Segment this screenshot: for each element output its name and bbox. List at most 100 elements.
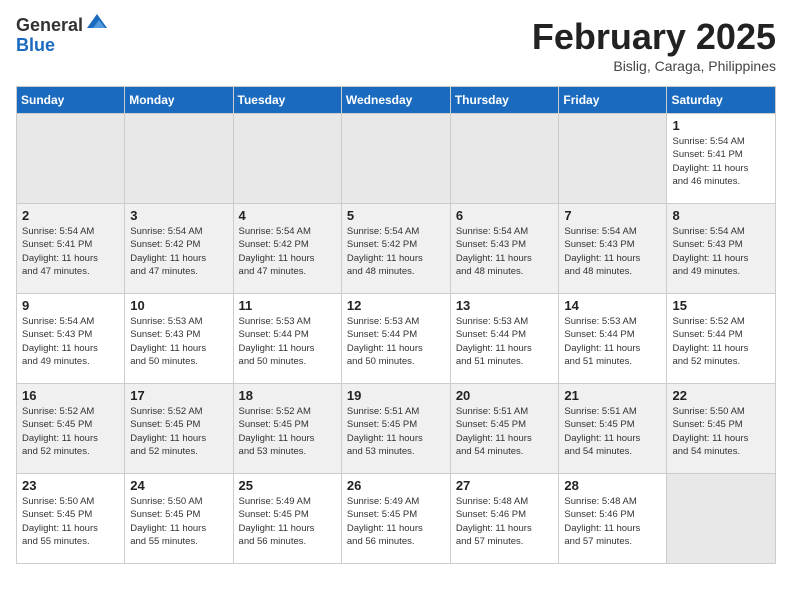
logo-icon [85, 10, 109, 34]
day-number: 11 [239, 298, 336, 313]
day-info: Sunrise: 5:53 AM Sunset: 5:44 PM Dayligh… [239, 316, 315, 367]
calendar-day-cell: 17 Sunrise: 5:52 AM Sunset: 5:45 PM Dayli… [125, 384, 233, 474]
day-number: 15 [672, 298, 770, 313]
calendar-day-cell [233, 114, 341, 204]
day-info: Sunrise: 5:54 AM Sunset: 5:43 PM Dayligh… [456, 226, 532, 277]
day-number: 13 [456, 298, 554, 313]
day-info: Sunrise: 5:52 AM Sunset: 5:45 PM Dayligh… [239, 406, 315, 457]
calendar-header-row: SundayMondayTuesdayWednesdayThursdayFrid… [17, 87, 776, 114]
day-number: 19 [347, 388, 445, 403]
calendar-day-cell: 14 Sunrise: 5:53 AM Sunset: 5:44 PM Dayli… [559, 294, 667, 384]
calendar-day-cell: 23 Sunrise: 5:50 AM Sunset: 5:45 PM Dayli… [17, 474, 125, 564]
calendar-day-cell: 13 Sunrise: 5:53 AM Sunset: 5:44 PM Dayli… [450, 294, 559, 384]
calendar-day-cell: 16 Sunrise: 5:52 AM Sunset: 5:45 PM Dayli… [17, 384, 125, 474]
calendar-week-row: 1 Sunrise: 5:54 AM Sunset: 5:41 PM Daylig… [17, 114, 776, 204]
day-info: Sunrise: 5:54 AM Sunset: 5:42 PM Dayligh… [239, 226, 315, 277]
calendar-week-row: 16 Sunrise: 5:52 AM Sunset: 5:45 PM Dayli… [17, 384, 776, 474]
calendar-day-cell: 6 Sunrise: 5:54 AM Sunset: 5:43 PM Daylig… [450, 204, 559, 294]
day-number: 3 [130, 208, 227, 223]
calendar-day-cell: 20 Sunrise: 5:51 AM Sunset: 5:45 PM Dayli… [450, 384, 559, 474]
calendar-day-cell: 26 Sunrise: 5:49 AM Sunset: 5:45 PM Dayli… [341, 474, 450, 564]
day-number: 23 [22, 478, 119, 493]
day-number: 6 [456, 208, 554, 223]
day-number: 26 [347, 478, 445, 493]
day-number: 5 [347, 208, 445, 223]
page-header: General Blue February 2025 Bislig, Carag… [16, 16, 776, 74]
calendar-day-cell: 8 Sunrise: 5:54 AM Sunset: 5:43 PM Daylig… [667, 204, 776, 294]
day-info: Sunrise: 5:51 AM Sunset: 5:45 PM Dayligh… [456, 406, 532, 457]
weekday-header: Wednesday [341, 87, 450, 114]
day-number: 8 [672, 208, 770, 223]
calendar-day-cell: 21 Sunrise: 5:51 AM Sunset: 5:45 PM Dayli… [559, 384, 667, 474]
day-number: 20 [456, 388, 554, 403]
day-info: Sunrise: 5:54 AM Sunset: 5:43 PM Dayligh… [564, 226, 640, 277]
day-number: 25 [239, 478, 336, 493]
calendar-day-cell: 27Sunrise: 5:48 AM Sunset: 5:46 PM Dayli… [450, 474, 559, 564]
day-info: Sunrise: 5:54 AM Sunset: 5:42 PM Dayligh… [347, 226, 423, 277]
calendar-week-row: 23 Sunrise: 5:50 AM Sunset: 5:45 PM Dayli… [17, 474, 776, 564]
day-info: Sunrise: 5:53 AM Sunset: 5:44 PM Dayligh… [456, 316, 532, 367]
day-info: Sunrise: 5:51 AM Sunset: 5:45 PM Dayligh… [564, 406, 640, 457]
title-block: February 2025 Bislig, Caraga, Philippine… [532, 16, 776, 74]
day-number: 10 [130, 298, 227, 313]
weekday-header: Friday [559, 87, 667, 114]
calendar-day-cell [667, 474, 776, 564]
calendar-day-cell: 19Sunrise: 5:51 AM Sunset: 5:45 PM Dayli… [341, 384, 450, 474]
day-number: 9 [22, 298, 119, 313]
calendar-day-cell: 1 Sunrise: 5:54 AM Sunset: 5:41 PM Daylig… [667, 114, 776, 204]
day-info: Sunrise: 5:48 AM Sunset: 5:46 PM Dayligh… [564, 496, 640, 547]
day-info: Sunrise: 5:53 AM Sunset: 5:44 PM Dayligh… [347, 316, 423, 367]
calendar-day-cell [125, 114, 233, 204]
day-info: Sunrise: 5:54 AM Sunset: 5:43 PM Dayligh… [672, 226, 748, 277]
calendar-day-cell: 12 Sunrise: 5:53 AM Sunset: 5:44 PM Dayli… [341, 294, 450, 384]
day-number: 16 [22, 388, 119, 403]
calendar-day-cell: 11 Sunrise: 5:53 AM Sunset: 5:44 PM Dayli… [233, 294, 341, 384]
calendar-day-cell: 10 Sunrise: 5:53 AM Sunset: 5:43 PM Dayli… [125, 294, 233, 384]
day-info: Sunrise: 5:54 AM Sunset: 5:43 PM Dayligh… [22, 316, 98, 367]
day-number: 18 [239, 388, 336, 403]
month-title: February 2025 [532, 16, 776, 58]
day-info: Sunrise: 5:53 AM Sunset: 5:43 PM Dayligh… [130, 316, 206, 367]
day-info: Sunrise: 5:52 AM Sunset: 5:45 PM Dayligh… [22, 406, 98, 457]
day-info: Sunrise: 5:52 AM Sunset: 5:45 PM Dayligh… [130, 406, 206, 457]
day-info: Sunrise: 5:54 AM Sunset: 5:41 PM Dayligh… [22, 226, 98, 277]
calendar-day-cell [341, 114, 450, 204]
calendar-day-cell [450, 114, 559, 204]
location: Bislig, Caraga, Philippines [532, 58, 776, 74]
day-info: Sunrise: 5:50 AM Sunset: 5:45 PM Dayligh… [672, 406, 748, 457]
day-number: 4 [239, 208, 336, 223]
day-info: Sunrise: 5:52 AM Sunset: 5:44 PM Dayligh… [672, 316, 748, 367]
calendar-table: SundayMondayTuesdayWednesdayThursdayFrid… [16, 86, 776, 564]
day-info: Sunrise: 5:53 AM Sunset: 5:44 PM Dayligh… [564, 316, 640, 367]
calendar-week-row: 9 Sunrise: 5:54 AM Sunset: 5:43 PM Daylig… [17, 294, 776, 384]
day-number: 7 [564, 208, 661, 223]
day-info: Sunrise: 5:50 AM Sunset: 5:45 PM Dayligh… [22, 496, 98, 547]
calendar-day-cell: 28 Sunrise: 5:48 AM Sunset: 5:46 PM Dayli… [559, 474, 667, 564]
day-info: Sunrise: 5:49 AM Sunset: 5:45 PM Dayligh… [347, 496, 423, 547]
day-info: Sunrise: 5:54 AM Sunset: 5:42 PM Dayligh… [130, 226, 206, 277]
day-number: 1 [672, 118, 770, 133]
calendar-day-cell: 18 Sunrise: 5:52 AM Sunset: 5:45 PM Dayli… [233, 384, 341, 474]
calendar-day-cell [559, 114, 667, 204]
calendar-day-cell: 5 Sunrise: 5:54 AM Sunset: 5:42 PM Daylig… [341, 204, 450, 294]
day-number: 21 [564, 388, 661, 403]
day-info: Sunrise: 5:49 AM Sunset: 5:45 PM Dayligh… [239, 496, 315, 547]
weekday-header: Tuesday [233, 87, 341, 114]
calendar-day-cell: 2Sunrise: 5:54 AM Sunset: 5:41 PM Daylig… [17, 204, 125, 294]
day-number: 12 [347, 298, 445, 313]
weekday-header: Sunday [17, 87, 125, 114]
calendar-day-cell: 4 Sunrise: 5:54 AM Sunset: 5:42 PM Daylig… [233, 204, 341, 294]
day-number: 14 [564, 298, 661, 313]
day-number: 17 [130, 388, 227, 403]
logo-blue-text: Blue [16, 36, 109, 56]
calendar-day-cell: 9 Sunrise: 5:54 AM Sunset: 5:43 PM Daylig… [17, 294, 125, 384]
day-number: 27 [456, 478, 554, 493]
weekday-header: Thursday [450, 87, 559, 114]
calendar-day-cell: 15 Sunrise: 5:52 AM Sunset: 5:44 PM Dayli… [667, 294, 776, 384]
day-number: 28 [564, 478, 661, 493]
weekday-header: Saturday [667, 87, 776, 114]
logo-general-text: General [16, 16, 83, 36]
calendar-day-cell: 22Sunrise: 5:50 AM Sunset: 5:45 PM Dayli… [667, 384, 776, 474]
day-number: 24 [130, 478, 227, 493]
day-info: Sunrise: 5:54 AM Sunset: 5:41 PM Dayligh… [672, 136, 748, 187]
